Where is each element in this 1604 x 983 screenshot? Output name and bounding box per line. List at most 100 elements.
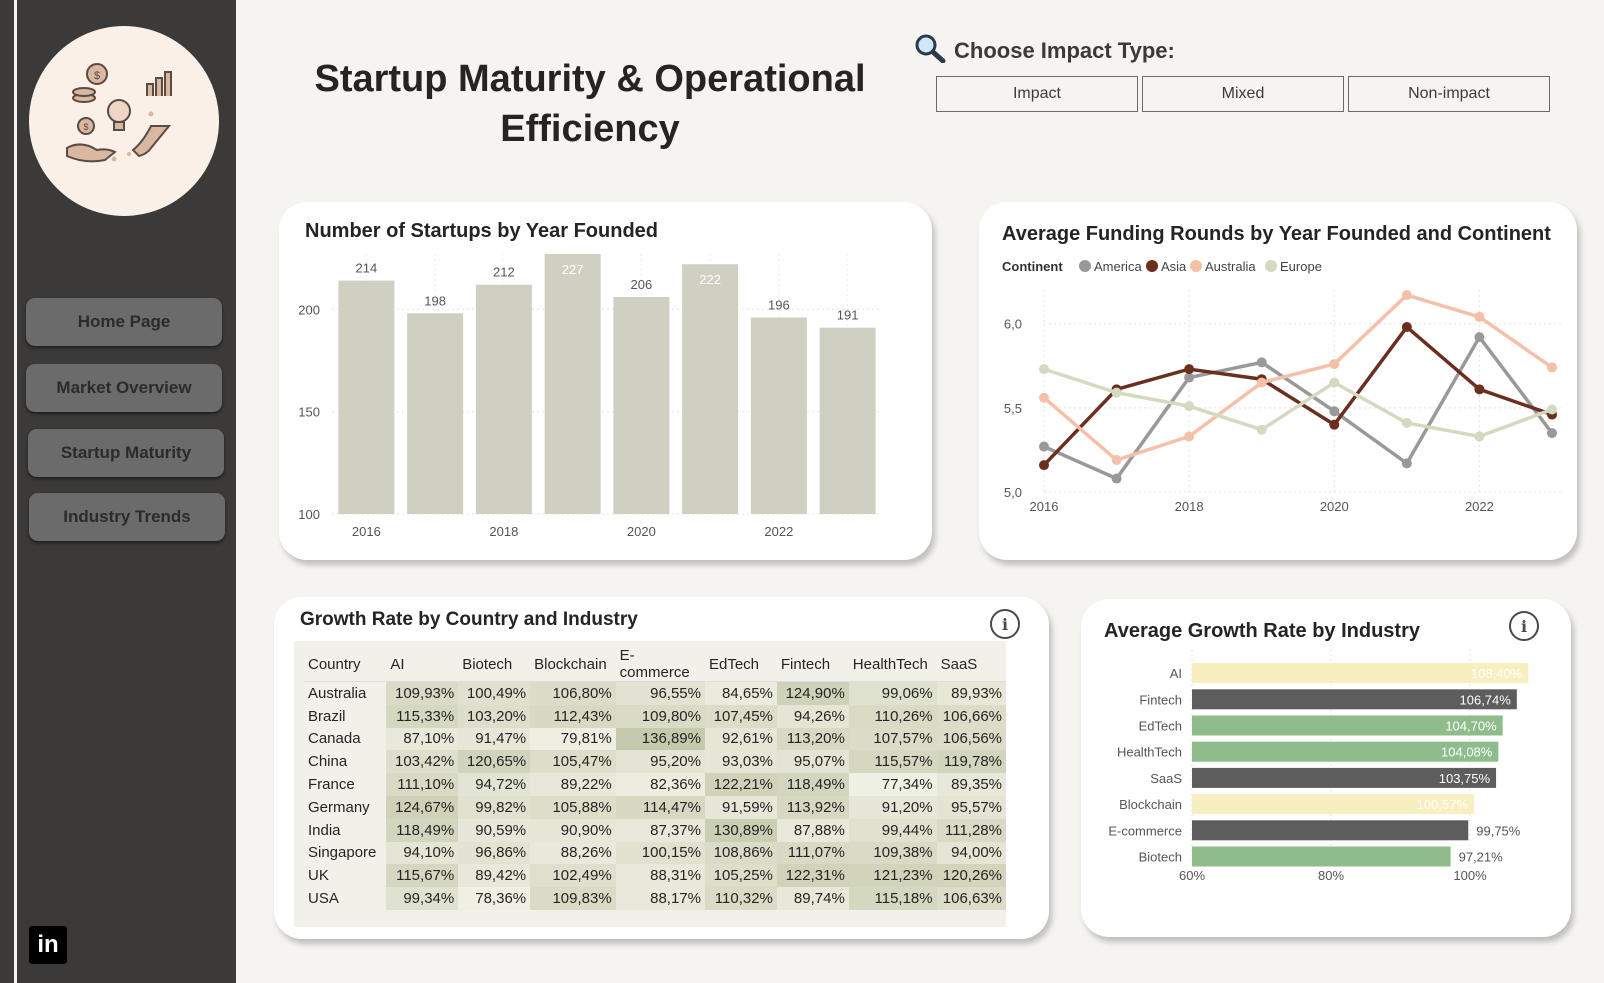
- nav-industry-trends-button[interactable]: Industry Trends: [29, 493, 225, 541]
- y-tick-label: 100: [298, 507, 320, 522]
- legend-label: Europe: [1280, 259, 1322, 274]
- value-cell: 115,18%: [848, 887, 937, 910]
- table-header-row: Country AI Biotech Blockchain E-commerce EdTe…: [304, 647, 1006, 682]
- nav-home-page-button[interactable]: Home Page: [26, 298, 222, 346]
- nav-market-overview-button[interactable]: Market Overview: [26, 364, 222, 412]
- nav-startup-maturity-button[interactable]: Startup Maturity: [28, 429, 224, 477]
- value-cell: 91,59%: [704, 795, 777, 819]
- column-header[interactable]: Fintech: [777, 647, 849, 682]
- table-row: India 118,49% 90,59% 90,90% 87,37% 130,89% 87,…: [304, 818, 1006, 842]
- value-cell: 90,90%: [530, 818, 616, 842]
- data-point: [1329, 377, 1340, 388]
- data-point: [1401, 322, 1412, 333]
- column-header[interactable]: Blockchain: [530, 647, 616, 682]
- value-cell: 89,42%: [458, 864, 531, 888]
- data-point: [1329, 419, 1340, 430]
- value-cell: 106,56%: [936, 727, 1006, 751]
- column-header[interactable]: EdTech: [705, 647, 777, 682]
- data-label: 104,70%: [1445, 719, 1497, 734]
- data-label: 100,57%: [1417, 797, 1469, 812]
- option-label: Mixed: [1221, 85, 1265, 102]
- svg-text:$: $: [83, 122, 88, 132]
- value-cell: 91,47%: [458, 727, 531, 751]
- value-cell: 118,49%: [386, 818, 459, 842]
- value-cell: 94,00%: [936, 841, 1006, 865]
- table-row: USA 99,34% 78,36% 109,83% 88,17% 110,32% 89,74…: [304, 887, 1006, 910]
- data-label: 212: [493, 265, 515, 280]
- data-label: 108,40%: [1471, 666, 1523, 681]
- info-icon[interactable]: i: [990, 609, 1020, 639]
- value-cell: 121,23%: [848, 864, 937, 888]
- growth-table: Country AI Biotech Blockchain E-commerce EdTe…: [304, 647, 1006, 910]
- data-point: [1329, 406, 1340, 417]
- data-point: [1039, 364, 1049, 375]
- bar: [750, 317, 807, 514]
- table-row: Australia 109,93% 100,49% 106,80% 96,55% 84,6…: [304, 681, 1006, 705]
- x-tick-label: 2020: [627, 524, 656, 539]
- filter-impact-button[interactable]: Impact: [936, 76, 1138, 112]
- value-cell: 96,55%: [615, 681, 705, 705]
- value-cell: 82,36%: [615, 773, 705, 796]
- column-header[interactable]: SaaS: [937, 647, 1006, 682]
- value-cell: 95,20%: [615, 750, 705, 774]
- data-point: [1039, 441, 1049, 452]
- value-cell: 99,06%: [848, 681, 937, 705]
- sidebar: $ $ Home Page Market Overview Startup Ma…: [0, 0, 236, 983]
- column-header[interactable]: Biotech: [458, 647, 530, 682]
- column-header[interactable]: AI: [386, 647, 458, 682]
- category-label: Biotech: [1139, 850, 1182, 865]
- value-cell: 109,80%: [615, 704, 705, 728]
- category-label: E-commerce: [1108, 823, 1182, 838]
- data-label: 99,75%: [1476, 823, 1521, 838]
- filter-non-impact-button[interactable]: Non-impact: [1348, 76, 1550, 112]
- value-cell: 89,74%: [776, 887, 849, 910]
- data-label: 191: [837, 308, 859, 323]
- impact-type-filter-label: Choose Impact Type:: [914, 33, 1175, 69]
- legend-label: Australia: [1205, 259, 1256, 274]
- column-header[interactable]: Country: [304, 647, 386, 682]
- value-cell: 96,86%: [458, 841, 531, 865]
- value-cell: 113,92%: [776, 795, 849, 819]
- value-cell: 107,57%: [848, 727, 937, 751]
- x-tick-label: 80%: [1318, 868, 1344, 883]
- page-title-line1: Startup Maturity & Operational: [314, 58, 866, 100]
- value-cell: 94,72%: [458, 773, 531, 796]
- x-tick-label: 2022: [764, 524, 793, 539]
- value-cell: 100,49%: [458, 681, 531, 705]
- data-point: [1039, 392, 1049, 403]
- table-row: China 103,42% 120,65% 105,47% 95,20% 93,03% 95…: [304, 750, 1006, 774]
- data-point: [1474, 311, 1485, 322]
- value-cell: 87,37%: [615, 818, 705, 842]
- value-cell: 109,38%: [848, 841, 937, 865]
- data-point: [1184, 401, 1195, 412]
- page-title-line2: Efficiency: [500, 108, 680, 150]
- x-tick-label: 2020: [1320, 499, 1349, 514]
- value-cell: 115,57%: [848, 750, 937, 774]
- search-icon: [914, 33, 946, 69]
- y-tick-label: 150: [298, 405, 320, 420]
- value-cell: 77,34%: [848, 773, 937, 796]
- value-cell: 112,43%: [530, 704, 616, 728]
- x-tick-label: 2016: [352, 524, 381, 539]
- column-header[interactable]: E-commerce: [616, 647, 705, 682]
- column-header[interactable]: HealthTech: [849, 647, 937, 682]
- finance-logo-icon: $ $: [29, 26, 219, 216]
- filter-mixed-button[interactable]: Mixed: [1142, 76, 1344, 112]
- x-tick-label: 100%: [1453, 868, 1487, 883]
- country-cell: China: [308, 753, 348, 771]
- linkedin-icon[interactable]: in: [29, 926, 67, 964]
- data-point: [1184, 364, 1195, 375]
- data-point: [1474, 332, 1485, 343]
- bar: [819, 327, 876, 514]
- country-cell: Canada: [308, 730, 361, 748]
- value-cell: 88,26%: [530, 841, 616, 865]
- table-row: Germany 124,67% 99,82% 105,88% 114,47% 91,59%…: [304, 795, 1006, 819]
- data-label: 222: [699, 272, 721, 287]
- value-cell: 108,86%: [704, 841, 777, 865]
- value-cell: 90,59%: [458, 818, 531, 842]
- value-cell: 118,49%: [776, 773, 849, 796]
- category-label: Blockchain: [1119, 797, 1182, 812]
- value-cell: 119,78%: [936, 750, 1006, 774]
- legend-marker: [1079, 260, 1091, 272]
- growth-matrix-card: Growth Rate by Country and Industry i Co…: [274, 597, 1049, 939]
